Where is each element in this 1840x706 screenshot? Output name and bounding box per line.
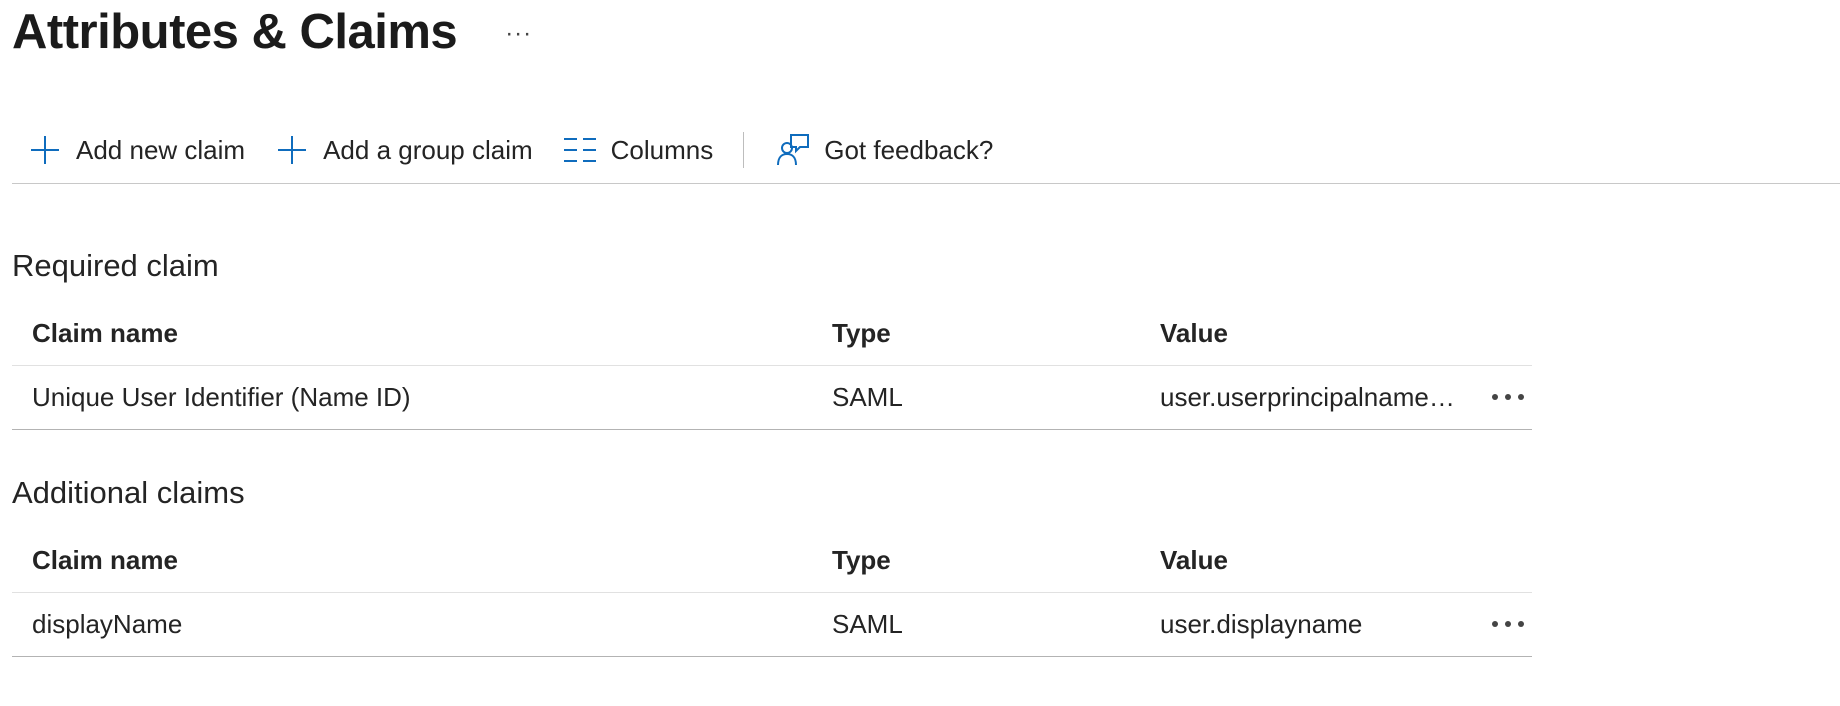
- feedback-button[interactable]: Got feedback?: [760, 122, 1007, 178]
- row-more-options-icon[interactable]: [1488, 380, 1528, 414]
- additional-claims-heading: Additional claims: [12, 475, 245, 510]
- column-header-value[interactable]: Value: [1160, 318, 1460, 349]
- claim-value-cell: user.displayname: [1160, 609, 1363, 639]
- row-more-options-icon[interactable]: [1488, 607, 1528, 641]
- columns-label: Columns: [610, 134, 714, 165]
- claim-type-cell: SAML: [832, 609, 903, 639]
- command-bar: Add new claim Add a group claim Columns …: [12, 122, 1840, 184]
- column-header-claim-name[interactable]: Claim name: [32, 318, 178, 349]
- page-title: Attributes & Claims: [12, 5, 458, 59]
- table-row[interactable]: displayName SAML user.displayname: [12, 593, 1532, 657]
- add-new-claim-label: Add new claim: [76, 134, 246, 165]
- required-claims-table: Claim name Type Value Unique User Identi…: [12, 302, 1532, 430]
- additional-claims-table: Claim name Type Value displayName SAML u…: [12, 529, 1532, 657]
- claim-name-cell[interactable]: Unique User Identifier (Name ID): [32, 382, 411, 413]
- column-header-claim-name[interactable]: Claim name: [32, 545, 178, 576]
- title-row: Attributes & Claims ···: [12, 0, 532, 64]
- feedback-icon: [776, 133, 810, 167]
- column-header-value[interactable]: Value: [1160, 545, 1460, 576]
- required-claim-heading: Required claim: [12, 248, 219, 283]
- toolbar-divider: [743, 132, 745, 168]
- claim-type-cell: SAML: [832, 382, 903, 412]
- table-row[interactable]: Unique User Identifier (Name ID) SAML us…: [12, 366, 1532, 430]
- add-group-claim-label: Add a group claim: [323, 134, 533, 165]
- more-options-icon[interactable]: ···: [505, 22, 532, 46]
- column-header-type[interactable]: Type: [832, 545, 891, 576]
- plus-icon: [275, 133, 309, 167]
- claim-value-cell: user.userprincipalname [...: [1160, 382, 1460, 412]
- add-group-claim-button[interactable]: Add a group claim: [259, 122, 547, 178]
- column-header-type[interactable]: Type: [832, 318, 891, 349]
- claim-name-cell[interactable]: displayName: [32, 609, 182, 640]
- plus-icon: [28, 133, 62, 167]
- add-new-claim-button[interactable]: Add new claim: [12, 122, 259, 178]
- feedback-label: Got feedback?: [824, 134, 994, 165]
- table-header-row: Claim name Type Value: [12, 529, 1532, 593]
- columns-button[interactable]: Columns: [547, 122, 728, 178]
- columns-icon: [563, 133, 597, 167]
- table-header-row: Claim name Type Value: [12, 302, 1532, 366]
